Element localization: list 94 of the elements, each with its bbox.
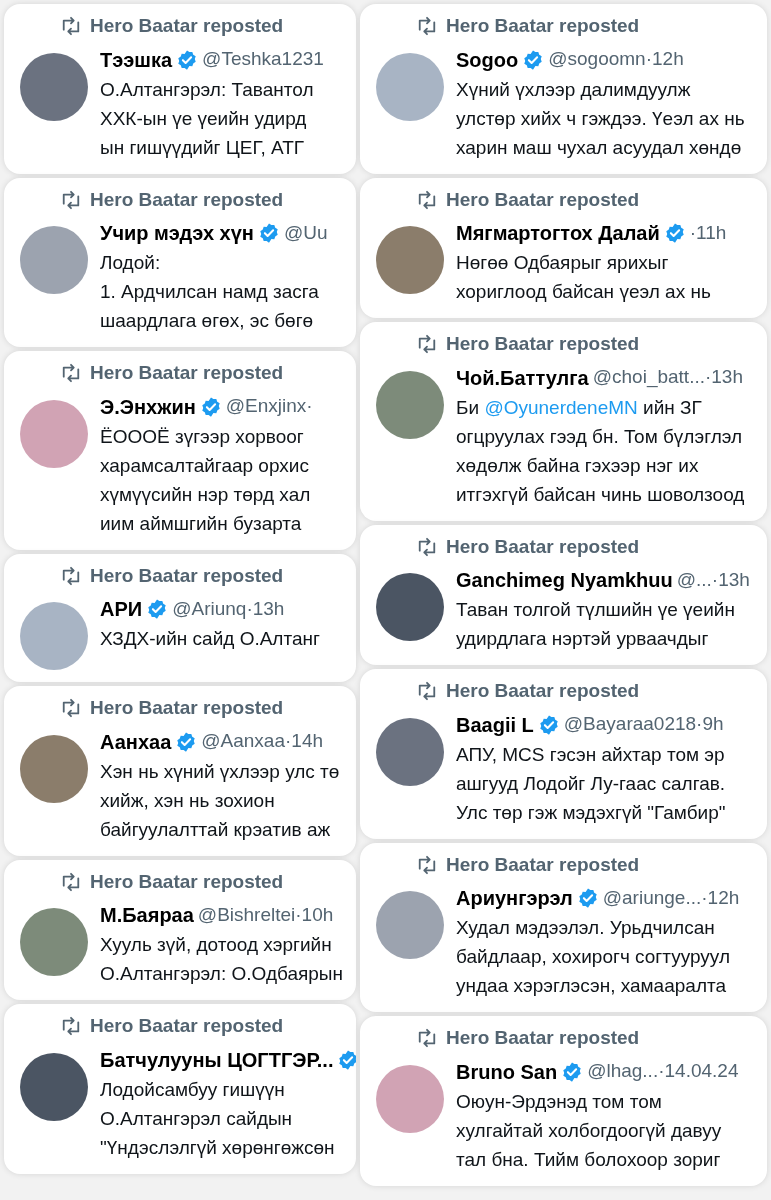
- tweet-text: огцруулах гээд бн. Том бүлэглэл: [456, 424, 744, 449]
- tweet-text: Нөгөө Одбаярыг ярихыг: [456, 251, 670, 275]
- author-name[interactable]: М.Баяраа: [100, 900, 194, 930]
- author-name[interactable]: Аанхаа: [100, 726, 172, 757]
- repost-label: Hero Baatar reposted: [446, 852, 640, 877]
- tweet-text: ундаа хэрэглэсэн, хамааралта: [456, 974, 728, 998]
- tweet-text: хориглоод байсан үеэл ах нь: [456, 280, 712, 304]
- author-name[interactable]: Чой.Баттулга: [456, 362, 589, 393]
- tweet-text: Лодой:: [100, 251, 162, 275]
- tweet-text: О.Алтангэрэл: Тавантол: [100, 77, 315, 102]
- author-name[interactable]: Тээшка: [100, 44, 173, 75]
- handle-and-time: @Bishreltei·10h: [197, 902, 334, 927]
- repost-icon: [416, 1028, 438, 1049]
- tweet-text: тал бна. Тийм болохоор зориг: [456, 1147, 722, 1172]
- repost-label: Hero Baatar reposted: [90, 563, 284, 588]
- tweet-text: шаардлага өгөх, эс бөгө: [100, 309, 315, 333]
- tweet-text: улстөр хийх ч гэждээ. Үеэл ах нь: [456, 106, 745, 131]
- repost-icon: [60, 871, 82, 892]
- repost-label: Hero Baatar reposted: [446, 187, 640, 212]
- tweet-text: 1. Ардчилсан намд засга: [100, 280, 320, 304]
- tweet-text: Хүний үхлээр далимдуулж: [456, 77, 692, 102]
- repost-label: Hero Baatar reposted: [90, 869, 284, 894]
- handle-and-time: @Aanxaa·14h: [201, 729, 324, 754]
- tweet-text: Оюун-Эрдэнэд том том: [456, 1089, 663, 1114]
- tweet-text: Хууль зүй, дотоод хэргийн: [100, 933, 333, 957]
- repost-icon: [416, 189, 438, 210]
- tweet-text: харамсалтайгаар орхис: [100, 453, 310, 478]
- handle-and-time: @Uu: [283, 220, 328, 245]
- repost-label: Hero Baatar reposted: [90, 1014, 284, 1038]
- author-name[interactable]: Батчулууны ЦОГТГЭР...: [100, 1044, 334, 1075]
- tweet-text: ЁОООЁ зүгээр хорвоог: [100, 424, 305, 449]
- tweet-text: Би @OyunerdeneMN ийн ЗГ: [456, 395, 703, 420]
- tweet-text: байдлаар, хохирогч согтууруул: [456, 945, 731, 969]
- repost-icon: [60, 565, 82, 586]
- tweet-text: байгуулалттай крэатив аж: [100, 817, 332, 842]
- repost-label: Hero Baatar reposted: [90, 14, 284, 38]
- handle-and-time: @choi_batt...·13h: [592, 365, 743, 390]
- repost-label: Hero Baatar reposted: [446, 679, 640, 703]
- author-name[interactable]: Bruno San: [456, 1056, 558, 1087]
- repost-icon: [60, 698, 82, 719]
- repost-icon: [416, 854, 438, 875]
- tweet-text: хийж, хэн нь зохион: [100, 788, 276, 813]
- tweet-text: иим аймшгийн бузарта: [100, 511, 303, 536]
- tweet-text: хулгайтай холбогдоогүй давуу: [456, 1118, 723, 1143]
- repost-icon: [60, 363, 82, 384]
- tweet-text: ХЗДХ-ийн сайд О.Алтанг: [100, 627, 320, 651]
- tweet-text: АПУ, MCS гэсэн айхтар том эр: [456, 742, 726, 767]
- author-name[interactable]: АРИ: [100, 594, 143, 624]
- handle-and-time: ·11h: [689, 220, 727, 245]
- handle-and-time: @Enxjinx·: [225, 394, 313, 419]
- handle-and-time: @sogoomn·12h: [548, 47, 684, 72]
- tweet-text: Худал мэдээлэл. Урьдчилсан: [456, 916, 716, 940]
- repost-label: Hero Baatar reposted: [90, 696, 284, 720]
- handle-and-time: @Bayaraa0218·9h: [563, 712, 724, 737]
- tweet-text: хөдөлж байна гэхээр нэг их: [456, 453, 700, 478]
- tweet-text: Лодойсамбуу гишүүн: [100, 1077, 286, 1102]
- repost-icon: [60, 189, 82, 210]
- repost-label: Hero Baatar reposted: [446, 14, 640, 38]
- tweet-text: ХХК-ын үе үеийн удирд: [100, 106, 308, 131]
- tweet-text: Хэн нь хүний үхлээр улс тө: [100, 759, 340, 784]
- tweet-text: Таван толгой түлшийн үе үеийн: [456, 598, 736, 622]
- tweet-text: О.Алтангэрэл: О.Одбаярын: [100, 962, 343, 986]
- author-name[interactable]: Ариунгэрэл: [456, 883, 573, 913]
- repost-label: Hero Baatar reposted: [446, 332, 640, 356]
- handle-and-time: @...·13h: [676, 567, 750, 592]
- tweet-text: "Үндэслэлгүй хөрөнгөжсөн: [100, 1135, 336, 1160]
- tweet-text: харин маш чухал асуудал хөндө: [456, 135, 743, 160]
- repost-label: Hero Baatar reposted: [446, 534, 640, 559]
- handle-and-time: @lhag...·14.04.24: [587, 1059, 739, 1084]
- author-name[interactable]: Baagii L: [456, 709, 534, 740]
- tweet-text: ашгууд Лодойг Лу-гаас салгав.: [456, 771, 726, 796]
- author-name[interactable]: Мягмартогтох Далай: [456, 218, 660, 248]
- author-name[interactable]: Учир мэдэх хүн: [100, 218, 254, 248]
- author-name[interactable]: Э.Энхжин: [100, 391, 196, 422]
- repost-icon: [416, 16, 438, 37]
- tweet-text: удирдлага нэртэй урваачдыг: [456, 627, 710, 651]
- handle-and-time: @Teshka1231: [202, 47, 324, 72]
- repost-icon: [416, 681, 438, 702]
- handle-and-time: @Ariunq·13h: [172, 596, 285, 621]
- repost-label: Hero Baatar reposted: [446, 1026, 640, 1050]
- repost-label: Hero Baatar reposted: [90, 187, 284, 212]
- repost-icon: [60, 1016, 82, 1037]
- repost-icon: [60, 16, 82, 37]
- tweet-text: хүмүүсийн нэр төрд хал: [100, 482, 312, 507]
- tweet-text: итгэхгүй байсан чинь шоволзоод: [456, 482, 745, 507]
- tweet-text: О.Алтангэрэл сайдын: [100, 1106, 294, 1131]
- handle-and-time: @ariunge...·12h: [602, 885, 740, 910]
- author-name[interactable]: Sogoo: [456, 44, 519, 75]
- author-name[interactable]: Ganchimeg Nyamkhuu: [456, 565, 673, 595]
- repost-icon: [416, 334, 438, 355]
- tweet-text: ын гишүүдийг ЦЕГ, АТГ: [100, 135, 306, 160]
- repost-icon: [416, 536, 438, 557]
- repost-label: Hero Baatar reposted: [90, 361, 284, 385]
- tweet-text: Улс төр гэж мэдэхгүй "Гамбир": [456, 800, 726, 825]
